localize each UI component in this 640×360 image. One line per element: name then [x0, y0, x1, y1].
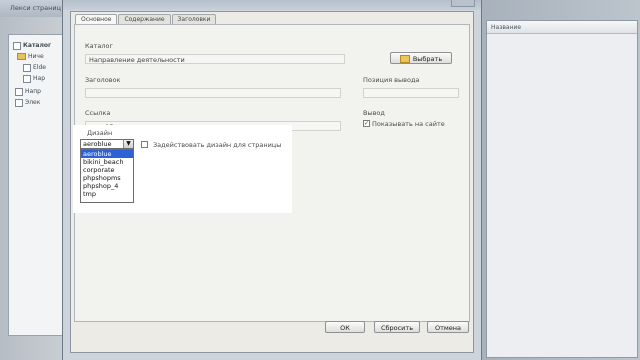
- tab-content[interactable]: Содержание: [118, 14, 171, 24]
- reset-button[interactable]: Сбросить: [374, 321, 420, 333]
- tree-item-label: Напр: [25, 88, 41, 95]
- title-field[interactable]: [85, 88, 341, 98]
- tab-strip: Основное Содержание Заголовки: [75, 14, 217, 25]
- link-label: Ссылка: [85, 109, 111, 117]
- close-button[interactable]: [451, 0, 475, 7]
- background-list-panel: Название: [486, 20, 638, 358]
- design-option[interactable]: bikini_beach: [81, 158, 133, 166]
- tree-node-icon: [13, 41, 21, 50]
- show-on-site-checkbox[interactable]: ✓: [363, 120, 370, 127]
- column-header-label: Название: [491, 23, 522, 31]
- tree-item-label: Каталог: [23, 42, 52, 49]
- title-label: Заголовок: [85, 76, 121, 84]
- catalog-field[interactable]: Направление деятельности: [85, 54, 345, 64]
- design-section: Дизайн aeroblue ▼ aeroblue bikini_beach …: [73, 125, 292, 213]
- tree-item-label: Elde: [33, 64, 46, 71]
- page-icon: [15, 87, 23, 96]
- design-label: Дизайн: [87, 129, 113, 137]
- folder-icon: [17, 53, 26, 60]
- ok-button[interactable]: ОК: [325, 321, 365, 333]
- background-window-title: Лекси страниц: [10, 4, 62, 12]
- cancel-button[interactable]: Отмена: [427, 321, 469, 333]
- page-icon: [23, 74, 31, 83]
- design-option[interactable]: aeroblue: [81, 150, 133, 158]
- design-option[interactable]: phpshop_4: [81, 182, 133, 190]
- page-icon: [15, 98, 23, 107]
- design-option[interactable]: tmp: [81, 190, 133, 198]
- design-select-value: aeroblue: [83, 140, 112, 148]
- tree-item-elek[interactable]: Элек: [15, 98, 40, 107]
- tree-item-niche[interactable]: Ниче: [17, 52, 44, 61]
- tree-item-elde[interactable]: Elde: [23, 63, 46, 72]
- design-option[interactable]: phpshopms: [81, 174, 133, 182]
- catalog-label: Каталог: [85, 42, 113, 50]
- background-tree-panel: Каталог Ниче Elde Нар Напр Элек: [8, 34, 66, 336]
- folder-icon: [399, 55, 410, 63]
- position-field[interactable]: [363, 88, 459, 98]
- tree-item-napr[interactable]: Напр: [15, 87, 41, 96]
- tree-item-label: Нар: [33, 75, 45, 82]
- page-icon: [23, 63, 31, 72]
- select-catalog-label: Выбрать: [412, 55, 443, 63]
- tab-headings[interactable]: Заголовки: [171, 14, 217, 24]
- chevron-down-icon[interactable]: ▼: [123, 140, 133, 148]
- use-design-label: Задействовать дизайн для страницы: [153, 141, 282, 149]
- position-label: Позиция вывода: [363, 76, 420, 84]
- tree-item-catalog[interactable]: Каталог: [13, 41, 51, 50]
- tree-item-nar[interactable]: Нар: [23, 74, 45, 83]
- design-select[interactable]: aeroblue ▼: [80, 139, 134, 149]
- design-dropdown-list: aeroblue bikini_beach corporate phpshopm…: [80, 149, 134, 203]
- tree-item-label: Ниче: [28, 53, 44, 60]
- tree-item-label: Элек: [25, 99, 41, 106]
- dialog-title-bar[interactable]: [63, 0, 481, 10]
- use-design-checkbox[interactable]: [141, 141, 148, 148]
- output-label: Вывод: [363, 109, 385, 117]
- design-option[interactable]: corporate: [81, 166, 133, 174]
- list-column-header[interactable]: Название: [487, 21, 637, 34]
- show-on-site-label: Показывать на сайте: [372, 120, 445, 128]
- select-catalog-button[interactable]: Выбрать: [390, 52, 452, 64]
